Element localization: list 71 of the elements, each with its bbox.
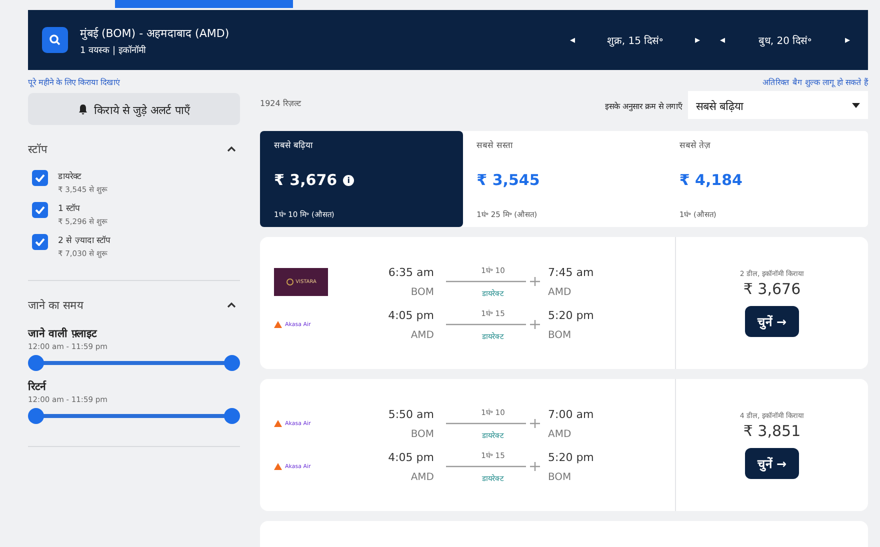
- airport-code: AMD: [548, 428, 572, 440]
- fare-price: ₹ 3,851: [743, 422, 801, 440]
- select-button[interactable]: चुनें →: [745, 448, 799, 479]
- airport-code: BOM: [410, 286, 434, 298]
- result-count: 1924 रिज़ल्ट: [260, 98, 301, 108]
- stop-checkbox[interactable]: [32, 234, 48, 250]
- stop-option-label: 1 स्टॉप: [58, 202, 82, 214]
- checkmark-icon: [35, 238, 45, 246]
- stop-checkbox[interactable]: [32, 170, 48, 186]
- stop-option-label: 2 से ज़्यादा स्टॉप: [58, 234, 111, 246]
- arrival-time: 5:20 pm: [548, 308, 595, 322]
- search-icon: [49, 34, 61, 46]
- stop-option-label: डायरेक्ट: [58, 170, 82, 182]
- sort-label: इसके अनुसार क्रम से लगाएँ: [604, 100, 682, 110]
- departure-time: 5:50 am: [388, 408, 434, 420]
- sort-tab-label: सबसे सस्ता: [476, 139, 514, 151]
- month-fares-link[interactable]: पूरे महीने के लिए किराया दिखाएं: [28, 76, 120, 87]
- time-range-slider[interactable]: [28, 408, 240, 424]
- sort-tab-price: ₹ 4,184: [679, 171, 742, 189]
- select-button[interactable]: चुनें →: [745, 306, 799, 337]
- info-icon[interactable]: i: [343, 174, 354, 186]
- date-label[interactable]: शुक्र, 15 दिसं॰: [579, 33, 691, 47]
- dropdown-caret-icon: [852, 102, 860, 108]
- fare-price: ₹ 3,676: [743, 280, 801, 298]
- arrival-time: 7:00 am: [548, 408, 595, 420]
- airport-code: AMD: [548, 286, 572, 298]
- next-date-button[interactable]: ▸: [841, 34, 854, 46]
- departure-time: 4:05 pm: [388, 308, 434, 322]
- search-summary-bar[interactable]: मुंबई (BOM) - अहमदाबाद (AMD) 1 वयस्क | इकॉनॉमी ◂ शुक्र, 15 दिसं॰ ▸ ◂ बुध, 20 दिसं॰ ▸: [28, 10, 868, 70]
- departure-time: 4:05 pm: [388, 450, 434, 464]
- arrival-time: 5:20 pm: [548, 450, 595, 464]
- time-range-slider[interactable]: [28, 355, 240, 371]
- previous-date-button[interactable]: ◂: [566, 34, 579, 46]
- triangle-icon: [274, 321, 282, 328]
- next-date-button[interactable]: ▸: [691, 34, 704, 46]
- time-filter-label: जाने वाली फ़्लाइट: [28, 326, 98, 340]
- slider-handle[interactable]: [28, 355, 44, 371]
- sort-dropdown[interactable]: सबसे बढ़िया: [688, 91, 868, 119]
- slider-handle[interactable]: [224, 355, 240, 371]
- collapse-caret-icon[interactable]: [227, 302, 236, 308]
- filter-title: स्टॉप: [28, 142, 47, 156]
- sort-tab-price: ₹ 3,676: [274, 171, 338, 189]
- slider-handle[interactable]: [224, 408, 240, 424]
- bag-fees-link[interactable]: अतिरिक्त बैग शुल्क लागू हो सकते हैं: [762, 76, 868, 87]
- sort-tab-label: सबसे बढ़िया: [274, 139, 314, 151]
- checkmark-icon: [35, 206, 45, 214]
- airport-code: AMD: [410, 330, 434, 340]
- route-title: मुंबई (BOM) - अहमदाबाद (AMD): [80, 26, 230, 40]
- airport-code: BOM: [410, 428, 434, 440]
- filter-title: जाने का समय: [28, 298, 83, 312]
- date-label[interactable]: बुध, 20 दिसं॰: [729, 33, 841, 47]
- trip-details: 1 वयस्क | इकॉनॉमी: [80, 44, 147, 56]
- sort-tab-price: ₹ 3,545: [476, 171, 540, 189]
- triangle-icon: [274, 420, 282, 427]
- slider-handle[interactable]: [28, 408, 44, 424]
- airport-code: AMD: [410, 472, 434, 482]
- arrival-time: 7:45 am: [548, 266, 595, 278]
- search-button[interactable]: [42, 27, 68, 53]
- airport-code: BOM: [548, 472, 572, 482]
- sort-tab-label: सबसे तेज़: [679, 139, 712, 151]
- collapse-caret-icon[interactable]: [227, 146, 236, 152]
- airport-code: BOM: [548, 330, 572, 340]
- time-filter-label: रिटर्न: [28, 379, 48, 393]
- checkmark-icon: [35, 174, 45, 182]
- stop-checkbox[interactable]: [32, 202, 48, 218]
- bell-icon: [78, 104, 88, 114]
- departure-time: 6:35 am: [388, 266, 434, 278]
- previous-date-button[interactable]: ◂: [716, 34, 729, 46]
- price-alert-button[interactable]: किराये से जुड़े अलर्ट पाएँ: [28, 93, 240, 125]
- triangle-icon: [274, 463, 282, 470]
- ring-icon: [286, 278, 294, 286]
